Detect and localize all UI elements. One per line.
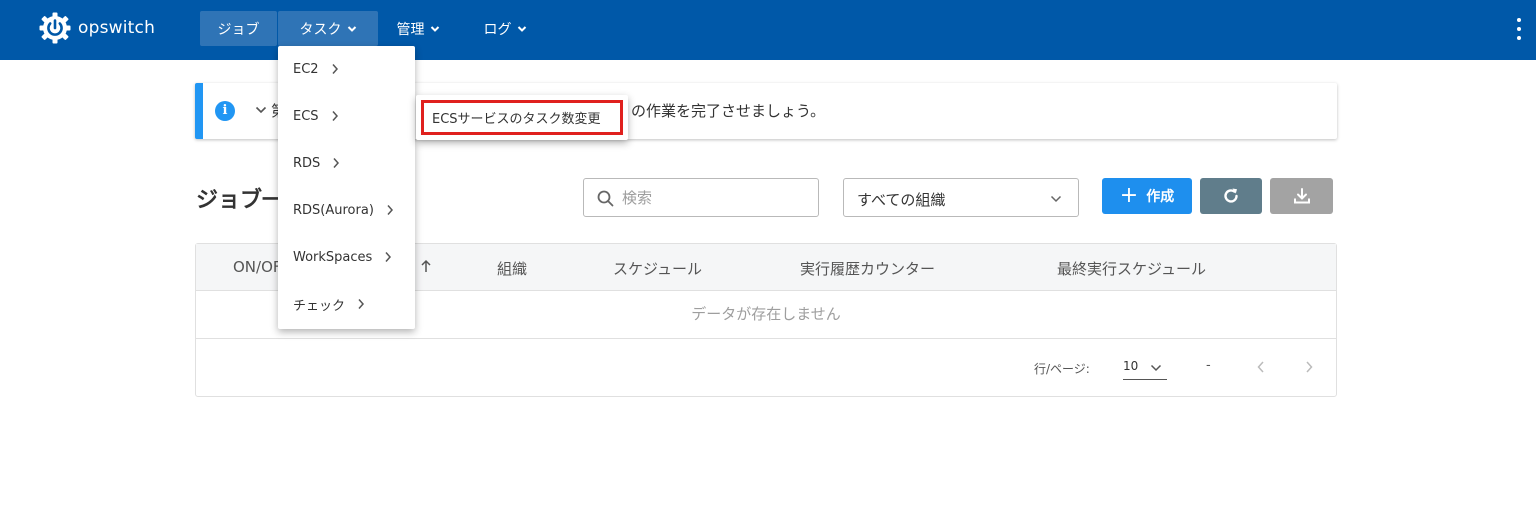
- chevron-right-icon: [387, 205, 393, 215]
- plus-icon: +: [1119, 183, 1139, 208]
- chevron-right-icon: [332, 64, 338, 74]
- page-title: ジョブ一: [196, 188, 285, 213]
- top-navbar: opswitch ジョブ タスク 管理 ログ: [0, 0, 1536, 60]
- menu-item-label: EC2: [293, 61, 319, 77]
- task-dropdown-menu: EC2 ECS RDS RDS(Aurora) WorkSpaces チェック: [278, 46, 415, 329]
- organization-select[interactable]: すべての組織: [843, 178, 1079, 217]
- nav-jobs-label: ジョブ: [217, 21, 260, 38]
- table-pagination: 行/ページ: 10 -: [196, 340, 1336, 397]
- menu-item-rds-aurora[interactable]: RDS(Aurora): [293, 200, 394, 220]
- submenu-item-ecs-service-task-count[interactable]: ECSサービスのタスク数変更: [421, 100, 623, 135]
- chevron-down-icon: [347, 25, 356, 32]
- menu-item-label: チェック: [293, 298, 346, 314]
- menu-item-ec2[interactable]: EC2: [293, 59, 339, 79]
- column-header-last-run-schedule[interactable]: 最終実行スケジュール: [1057, 258, 1206, 279]
- app-name: opswitch: [78, 18, 156, 38]
- chevron-right-icon: [385, 252, 392, 262]
- search-input[interactable]: [622, 187, 812, 209]
- chevron-down-icon[interactable]: [255, 105, 267, 115]
- column-header-organization[interactable]: 組織: [497, 258, 527, 279]
- alert-text-end: の作業を完了させましょう。: [631, 102, 826, 120]
- sort-arrow-up-icon[interactable]: [420, 259, 432, 273]
- create-button[interactable]: + 作成: [1102, 178, 1192, 214]
- menu-item-workspaces[interactable]: WorkSpaces: [293, 247, 392, 267]
- nav-logs[interactable]: ログ: [474, 11, 536, 46]
- chevron-right-icon: [331, 111, 338, 121]
- menu-item-check[interactable]: チェック: [293, 294, 365, 314]
- search-icon: [597, 190, 614, 207]
- organization-select-value: すべての組織: [857, 191, 946, 209]
- chevron-down-icon: [517, 25, 526, 32]
- nav-admin[interactable]: 管理: [388, 11, 448, 46]
- chevron-left-icon[interactable]: [1256, 360, 1266, 374]
- create-button-label: 作成: [1146, 189, 1175, 205]
- column-header-schedule[interactable]: スケジュール: [613, 258, 702, 279]
- search-box: [583, 178, 819, 217]
- rows-per-page-value: 10: [1123, 359, 1139, 373]
- chevron-down-icon: [1150, 364, 1162, 372]
- ecs-submenu: ECSサービスのタスク数変更: [416, 95, 628, 140]
- refresh-button[interactable]: [1200, 178, 1262, 214]
- nav-tasks[interactable]: タスク: [278, 11, 378, 46]
- download-icon: [1293, 188, 1310, 204]
- nav-jobs[interactable]: ジョブ: [200, 11, 277, 46]
- download-button[interactable]: [1270, 178, 1333, 214]
- column-header-run-history-counter[interactable]: 実行履歴カウンター: [800, 258, 935, 279]
- menu-item-rds[interactable]: RDS: [293, 153, 340, 173]
- menu-item-label: RDS: [293, 155, 321, 171]
- info-icon: i: [215, 101, 235, 121]
- page-range: -: [1206, 358, 1211, 373]
- chevron-right-icon: [358, 299, 365, 309]
- rows-per-page-label: 行/ページ:: [1034, 362, 1090, 376]
- menu-item-label: RDS(Aurora): [293, 202, 374, 218]
- menu-item-label: ECS: [293, 108, 319, 124]
- refresh-icon: [1224, 188, 1238, 203]
- power-gear-icon: [39, 12, 71, 44]
- app-logo[interactable]: opswitch: [38, 12, 155, 44]
- chevron-right-icon[interactable]: [1304, 360, 1314, 374]
- more-menu-icon[interactable]: [1516, 18, 1522, 40]
- chevron-down-icon: [1050, 195, 1062, 203]
- menu-item-ecs[interactable]: ECS: [293, 106, 339, 126]
- nav-admin-label: 管理: [396, 21, 425, 38]
- chevron-right-icon: [333, 158, 340, 168]
- menu-item-label: WorkSpaces: [293, 249, 373, 265]
- nav-logs-label: ログ: [483, 21, 512, 38]
- chevron-down-icon: [430, 25, 439, 32]
- nav-tasks-label: タスク: [299, 21, 342, 38]
- rows-per-page-select[interactable]: 10: [1123, 354, 1167, 380]
